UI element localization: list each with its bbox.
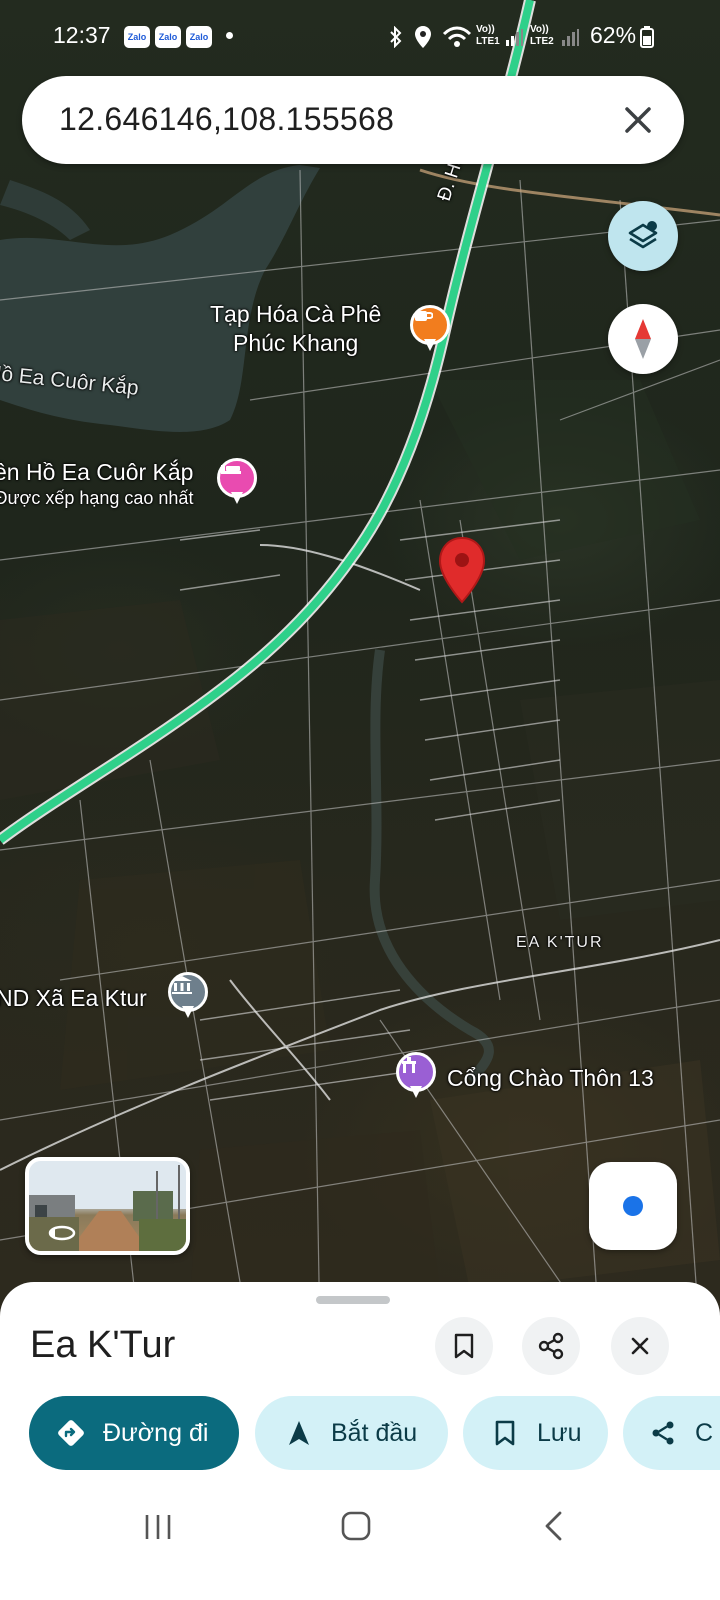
lake-arm [0, 180, 90, 240]
save-button[interactable] [435, 1317, 493, 1375]
bluetooth-icon [390, 26, 402, 48]
share-chip-button[interactable]: C [623, 1396, 720, 1470]
place-label-hotel[interactable]: ên Hồ Ea Cuôr Kắp Được xếp hạng cao nhất [0, 458, 193, 509]
creek [369, 649, 494, 1084]
share-button[interactable] [522, 1317, 580, 1375]
status-time: 12:37 [53, 22, 111, 48]
status-bar: 12:37 Zalo Zalo Zalo Vo)) LTE1 Vo)) LTE2… [0, 0, 720, 72]
navigation-arrow-icon [283, 1417, 315, 1449]
place-label-coffee-shop[interactable]: Tạp Hóa Cà Phê Phúc Khang [210, 300, 381, 358]
bookmark-icon [454, 1333, 474, 1359]
layers-icon [628, 221, 658, 249]
signal-strength-icon [562, 29, 579, 46]
signal-strength-icon [506, 29, 523, 46]
save-chip-button[interactable]: Lưu [463, 1396, 608, 1470]
save-label: Lưu [537, 1418, 582, 1447]
place-title: Ea K'Tur [30, 1324, 176, 1366]
street-view-rotate-icon [48, 1225, 76, 1241]
back-icon[interactable] [542, 1510, 566, 1542]
start-label: Bắt đầu [331, 1418, 418, 1447]
hotel-bed-icon[interactable] [215, 458, 259, 508]
place-label-government[interactable]: ND Xã Ea Ktur [0, 984, 147, 1013]
drag-handle[interactable] [316, 1296, 390, 1304]
area-label: EA K'TUR [516, 934, 604, 951]
zalo-notification-icon: Zalo [186, 26, 212, 48]
recents-icon[interactable] [143, 1512, 173, 1542]
street-view-thumbnail[interactable] [25, 1157, 190, 1255]
map-graphics [0, 0, 720, 1340]
wifi-icon [442, 26, 472, 47]
close-icon[interactable] [616, 98, 660, 142]
start-navigation-button[interactable]: Bắt đầu [255, 1396, 448, 1470]
home-icon[interactable] [340, 1510, 372, 1542]
share-icon [647, 1417, 679, 1449]
place-rating-text: Được xếp hạng cao nhất [0, 488, 194, 508]
system-navigation-bar [0, 1490, 720, 1600]
location-icon [415, 26, 431, 48]
battery-percentage: 62% [590, 22, 637, 48]
close-icon [631, 1337, 649, 1355]
sim1-label: Vo)) LTE1 [476, 24, 500, 47]
my-location-button[interactable] [589, 1162, 677, 1250]
sim2-label: Vo)) LTE2 [530, 24, 554, 47]
government-building-icon[interactable] [166, 972, 210, 1022]
more-notifications-dot [226, 32, 233, 39]
coffee-icon[interactable] [408, 305, 452, 355]
close-sheet-button[interactable] [611, 1317, 669, 1375]
compass-button[interactable] [608, 304, 678, 374]
zalo-notification-icon: Zalo [124, 26, 150, 48]
layers-button[interactable] [608, 201, 678, 271]
place-name-line1: ên Hồ Ea Cuôr Kắp [0, 459, 194, 485]
directions-button[interactable]: Đường đi [29, 1396, 239, 1470]
share-icon [538, 1332, 564, 1360]
directions-icon [55, 1417, 87, 1449]
compass-icon [635, 319, 651, 359]
selected-location-pin[interactable] [438, 536, 486, 604]
my-location-icon [623, 1196, 643, 1216]
share-label: C [695, 1418, 714, 1447]
search-input[interactable]: 12.646146,108.155568 [59, 101, 394, 138]
search-bar[interactable]: 12.646146,108.155568 [22, 76, 684, 164]
battery-icon [640, 26, 654, 48]
bookmark-icon [489, 1417, 521, 1449]
place-label-gate[interactable]: Cổng Chào Thôn 13 [447, 1064, 654, 1093]
place-name-line2: Phúc Khang [233, 330, 359, 356]
zalo-notification-icon: Zalo [155, 26, 181, 48]
place-name-line1: Tạp Hóa Cà Phê [210, 301, 382, 327]
directions-label: Đường đi [103, 1418, 209, 1447]
satellite-map[interactable]: Đ. Hồ Chí Hồ Ea Cuôr Kắp Tạp Hóa Cà Phê … [0, 0, 720, 1340]
landmark-gate-icon[interactable] [394, 1052, 438, 1102]
